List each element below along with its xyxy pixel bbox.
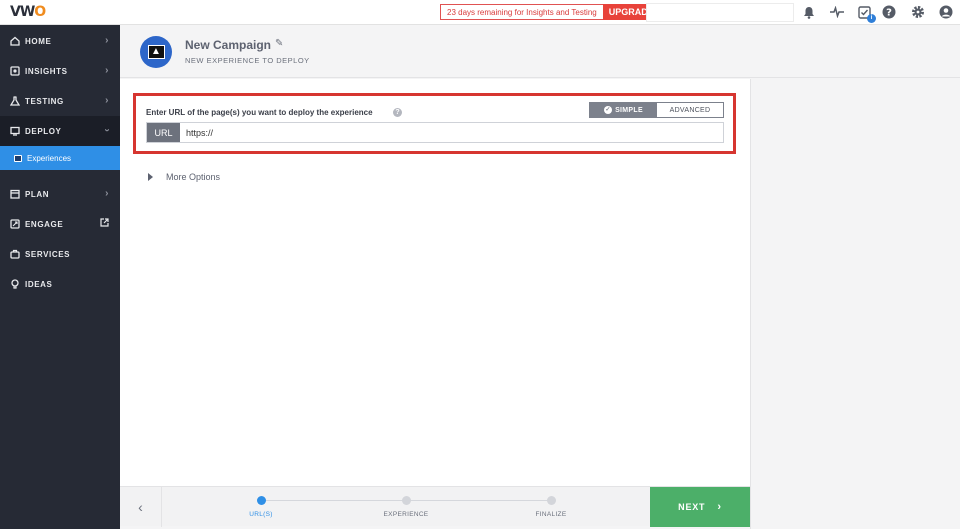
vwo-logo[interactable]: VWO	[10, 4, 46, 20]
briefcase-icon	[10, 249, 20, 259]
sidebar-item-services[interactable]: SERVICES	[0, 239, 120, 269]
question-help-icon[interactable]: ?	[393, 108, 402, 117]
step-urls[interactable]: URL(S)	[221, 496, 301, 518]
step-dot	[256, 496, 266, 505]
sidebar-item-home[interactable]: HOME ›	[0, 26, 120, 56]
deploy-arrow-icon: ▲	[147, 45, 165, 59]
url-field-label: Enter URL of the page(s) you want to dep…	[146, 108, 373, 117]
deploy-icon	[10, 126, 20, 136]
home-icon	[10, 36, 20, 46]
sidebar-item-label: DEPLOY	[25, 126, 62, 136]
bell-icon[interactable]	[801, 4, 817, 20]
logo-accent: O	[34, 4, 46, 20]
logo-text: VW	[10, 4, 35, 20]
campaign-type-icon: ▲	[140, 36, 172, 68]
right-pane	[750, 79, 960, 529]
more-options-label: More Options	[166, 172, 221, 182]
step-label: EXPERIENCE	[383, 511, 429, 518]
chevron-right-icon: ›	[105, 35, 109, 46]
gear-icon[interactable]	[910, 4, 926, 20]
sidebar-item-plan[interactable]: PLAN ›	[0, 179, 120, 209]
more-options-toggle[interactable]: More Options	[148, 172, 220, 182]
step-dot	[546, 496, 556, 505]
sidebar-item-label: IDEAS	[25, 279, 53, 289]
help-icon[interactable]: ?	[881, 4, 897, 20]
step-label: URL(S)	[249, 511, 273, 518]
notification-badge: i	[867, 14, 876, 23]
url-tag: URL	[147, 123, 180, 142]
url-input[interactable]	[180, 123, 723, 142]
engage-icon	[10, 219, 20, 229]
top-search-box[interactable]	[646, 3, 794, 22]
plan-icon	[10, 189, 20, 199]
sidebar-item-testing[interactable]: TESTING ›	[0, 86, 120, 116]
chevron-right-icon: ›	[105, 188, 109, 199]
top-bar: VWO 23 days remaining for Insights and T…	[0, 0, 960, 25]
trial-remaining-text: 23 days remaining for Insights and Testi…	[440, 4, 603, 20]
checklist-icon[interactable]: i	[856, 4, 876, 23]
mode-simple-label: SIMPLE	[615, 106, 643, 114]
mode-advanced-label: ADVANCED	[669, 106, 711, 114]
edit-pencil-icon[interactable]: ✎	[275, 38, 283, 49]
lightbulb-icon	[10, 279, 20, 289]
sidebar-item-ideas[interactable]: IDEAS	[0, 269, 120, 299]
sidebar: HOME › INSIGHTS › TESTING › DEPLOY › Exp…	[0, 25, 120, 529]
svg-text:?: ?	[886, 8, 892, 19]
sidebar-item-insights[interactable]: INSIGHTS ›	[0, 56, 120, 86]
trial-banner: 23 days remaining for Insights and Testi…	[440, 4, 660, 20]
mode-simple-button[interactable]: ✓ SIMPLE	[590, 103, 657, 117]
step-label: FINALIZE	[535, 511, 567, 518]
next-button[interactable]: NEXT ›	[650, 487, 750, 527]
back-button[interactable]: ‹	[120, 487, 162, 527]
sidebar-item-label: HOME	[25, 36, 52, 46]
step-dot	[401, 496, 411, 505]
caret-right-icon	[148, 173, 153, 181]
mode-advanced-button[interactable]: ADVANCED	[657, 103, 723, 117]
sidebar-item-label: SERVICES	[25, 249, 71, 259]
campaign-title[interactable]: New Campaign	[185, 38, 271, 52]
sidebar-item-label: PLAN	[25, 189, 50, 199]
flask-icon	[10, 96, 20, 106]
chevron-right-icon: ›	[105, 65, 109, 76]
sidebar-subitem-label: Experiences	[27, 153, 72, 163]
sidebar-item-label: INSIGHTS	[25, 66, 68, 76]
url-input-row: URL	[146, 122, 724, 143]
chevron-right-icon: ›	[717, 501, 722, 513]
next-label: NEXT	[678, 502, 706, 512]
experience-icon	[14, 154, 22, 162]
user-icon[interactable]	[938, 4, 954, 20]
sidebar-subitem-experiences[interactable]: Experiences	[0, 146, 120, 170]
insights-icon	[10, 66, 20, 76]
campaign-subtitle: NEW EXPERIENCE TO DEPLOY	[185, 56, 310, 65]
check-icon: ✓	[604, 106, 613, 114]
sidebar-item-engage[interactable]: ENGAGE	[0, 209, 120, 239]
chevron-right-icon: ›	[105, 95, 109, 106]
step-experience[interactable]: EXPERIENCE	[366, 496, 446, 518]
step-finalize[interactable]: FINALIZE	[511, 496, 591, 518]
campaign-header: ▲ New Campaign ✎ NEW EXPERIENCE TO DEPLO…	[120, 25, 960, 78]
chevron-down-icon: ›	[101, 128, 113, 133]
sidebar-item-label: ENGAGE	[25, 219, 64, 229]
pulse-icon[interactable]	[829, 4, 845, 20]
sidebar-item-label: TESTING	[25, 96, 64, 106]
sidebar-item-deploy[interactable]: DEPLOY ›	[0, 116, 120, 146]
external-link-icon	[100, 218, 109, 230]
url-mode-toggle: ✓ SIMPLE ADVANCED	[589, 102, 724, 118]
